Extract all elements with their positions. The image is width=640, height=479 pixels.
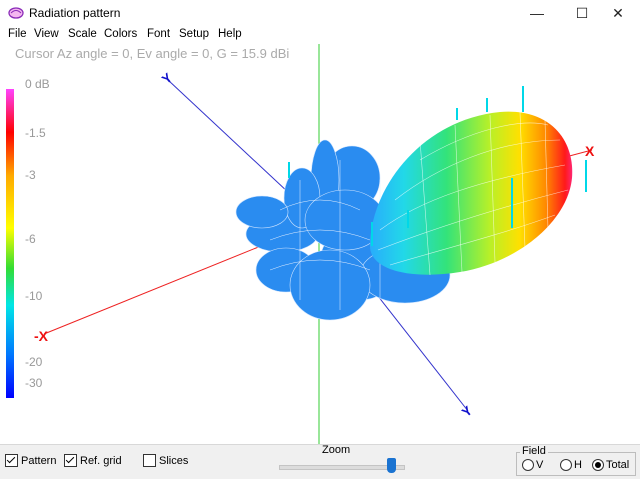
- pattern-checkbox[interactable]: Pattern: [5, 454, 56, 467]
- field-radio-v-label: V: [536, 459, 544, 471]
- zoom-slider-thumb[interactable]: [386, 458, 396, 473]
- field-radio-h-dot[interactable]: [560, 459, 572, 471]
- scale-label-10: -10: [25, 289, 43, 303]
- title-bar: Radiation pattern — ☐ ✕: [0, 0, 640, 26]
- minimize-button[interactable]: —: [514, 0, 560, 26]
- ref-grid-checkbox-label: Ref. grid: [80, 454, 122, 467]
- pattern-checkbox-box[interactable]: [5, 454, 18, 467]
- scale-label-0db: 0 dB: [25, 77, 50, 91]
- slices-checkbox-label: Slices: [159, 454, 189, 467]
- menu-view[interactable]: View: [34, 28, 59, 40]
- x-axis-marker-right: X: [585, 143, 595, 159]
- color-scale-bar: [6, 89, 14, 398]
- field-radio-v-dot[interactable]: [522, 459, 534, 471]
- pattern-checkbox-label: Pattern: [21, 454, 57, 467]
- field-radio-h-label: H: [574, 459, 582, 471]
- zoom-label: Zoom: [322, 444, 351, 456]
- main-lobe: [370, 111, 573, 276]
- ref-grid-checkbox[interactable]: Ref. grid: [64, 454, 122, 467]
- app-icon: [8, 7, 24, 19]
- field-group-label: Field: [520, 445, 548, 457]
- scale-label-1-5: -1.5: [25, 126, 46, 140]
- menu-colors[interactable]: Colors: [104, 28, 137, 40]
- field-radio-total-label: Total: [606, 459, 630, 471]
- ref-grid-checkbox-box[interactable]: [64, 454, 77, 467]
- menu-help[interactable]: Help: [218, 28, 242, 40]
- minimize-icon: —: [530, 5, 544, 21]
- close-icon: ✕: [612, 4, 624, 21]
- field-radio-h[interactable]: H: [560, 459, 582, 471]
- cursor-readout: Cursor Az angle = 0, Ev angle = 0, G = 1…: [15, 46, 290, 61]
- scale-label-30: -30: [25, 376, 43, 390]
- pattern-canvas[interactable]: -X X Y Y: [0, 44, 640, 444]
- close-button[interactable]: ✕: [595, 0, 640, 26]
- window-title: Radiation pattern: [29, 6, 121, 20]
- menu-setup[interactable]: Setup: [179, 28, 209, 40]
- field-radio-total[interactable]: Total: [592, 459, 629, 471]
- field-radio-v[interactable]: V: [522, 459, 543, 471]
- x-axis-marker-left: -X: [34, 328, 49, 344]
- scale-label-6: -6: [25, 232, 36, 246]
- scale-label-20: -20: [25, 355, 43, 369]
- scale-label-3: -3: [25, 168, 36, 182]
- field-radio-total-dot[interactable]: [592, 459, 604, 471]
- slices-checkbox-box[interactable]: [143, 454, 156, 467]
- menu-scale[interactable]: Scale: [68, 28, 97, 40]
- y-axis-marker-bottom: Y: [459, 403, 476, 420]
- menu-bar: File View Scale Colors Font Setup Help: [0, 26, 640, 44]
- menu-font[interactable]: Font: [147, 28, 170, 40]
- slices-checkbox[interactable]: Slices: [143, 454, 188, 467]
- maximize-icon: ☐: [575, 4, 589, 21]
- menu-file[interactable]: File: [8, 28, 27, 40]
